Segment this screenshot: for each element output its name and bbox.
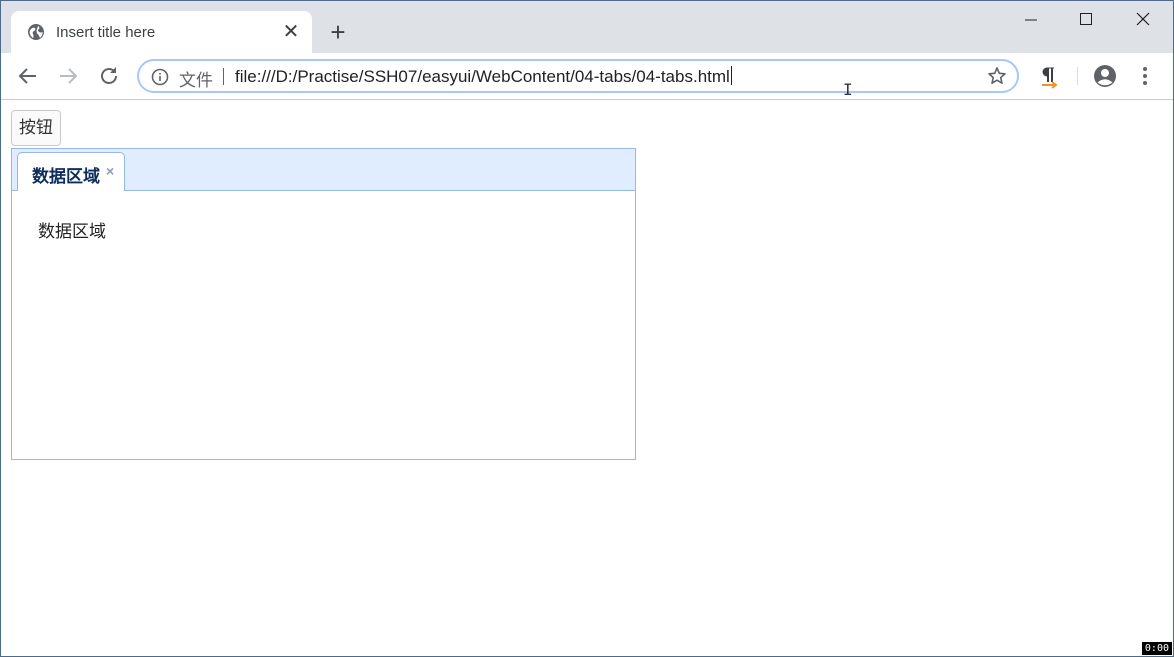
reload-icon[interactable]: [97, 64, 121, 88]
new-tab-button[interactable]: +: [326, 19, 350, 45]
tabs-panel: 数据区域 × 数据区域: [11, 148, 636, 460]
scheme-label: 文件: [179, 71, 213, 90]
omnibox-divider: [223, 68, 224, 85]
tab-title: 数据区域: [32, 167, 100, 187]
tab-data-area[interactable]: 数据区域 ×: [17, 152, 125, 191]
address-bar[interactable]: 文件 file:///D:/Practise/SSH07/easyui/WebC…: [137, 59, 1019, 93]
globe-icon: [27, 23, 45, 41]
tab-close-icon[interactable]: ✕: [281, 22, 301, 42]
text-cursor-icon: I: [843, 80, 853, 99]
minimize-icon[interactable]: [1018, 8, 1044, 30]
browser-tab[interactable]: Insert title here ✕: [11, 11, 312, 53]
tab-title: Insert title here: [56, 24, 156, 41]
page-button[interactable]: 按钮: [11, 110, 61, 146]
timer-badge: 0:00: [1141, 642, 1172, 655]
toolbar-divider: [1077, 67, 1078, 85]
more-vert-icon[interactable]: [1136, 65, 1154, 87]
pilcrow-icon[interactable]: [1038, 65, 1060, 89]
browser-toolbar: 文件 file:///D:/Practise/SSH07/easyui/WebC…: [0, 53, 1174, 100]
maximize-icon[interactable]: [1073, 8, 1099, 30]
tab-close-icon[interactable]: ×: [106, 163, 114, 179]
text-caret: [730, 66, 732, 85]
account-icon[interactable]: [1093, 64, 1117, 88]
url-text[interactable]: file:///D:/Practise/SSH07/easyui/WebCont…: [235, 66, 732, 87]
tab-strip: Insert title here ✕ +: [0, 0, 1174, 53]
star-icon[interactable]: [987, 66, 1007, 86]
info-icon[interactable]: [151, 68, 169, 86]
tabs-header: 数据区域 ×: [12, 149, 635, 191]
tab-content: 数据区域: [38, 222, 106, 242]
arrow-right-icon[interactable]: [56, 64, 80, 88]
close-icon[interactable]: [1130, 8, 1156, 30]
arrow-left-icon[interactable]: [16, 64, 40, 88]
